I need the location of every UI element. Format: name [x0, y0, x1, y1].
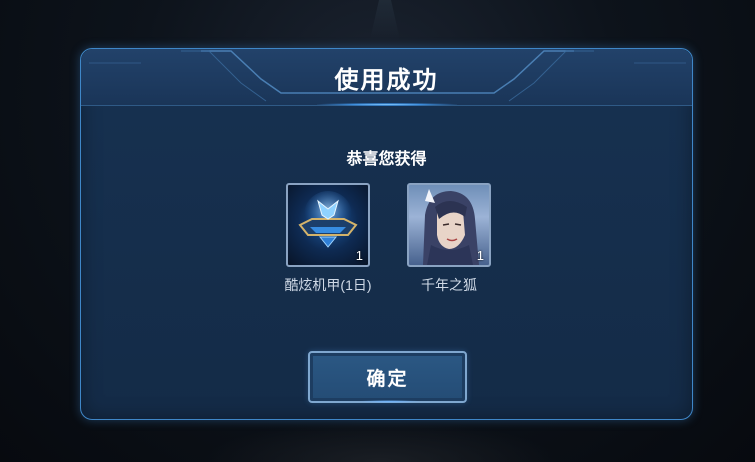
reward-quantity: 1 — [476, 248, 484, 263]
background-decoration — [370, 0, 400, 40]
dialog-title: 使用成功 — [334, 67, 439, 94]
reward-subtitle: 恭喜您获得 — [346, 151, 427, 168]
reward-name: 千年之狐 — [421, 277, 477, 293]
background-shadow — [200, 420, 560, 462]
reward-item-mecha[interactable]: 1 — [286, 183, 370, 267]
confirm-button[interactable]: 确定 — [308, 351, 467, 403]
header-glow — [317, 103, 457, 106]
confirm-button-label: 确定 — [366, 368, 409, 390]
reward-quantity: 1 — [355, 248, 363, 263]
reward-item-fox[interactable]: 1 — [407, 183, 491, 267]
reward-dialog: 使用成功 恭喜您获得 1 酷炫机甲(1日) 1 千年之狐 确定 — [80, 48, 693, 420]
reward-name: 酷炫机甲(1日) — [284, 277, 372, 293]
button-glow — [360, 400, 419, 403]
